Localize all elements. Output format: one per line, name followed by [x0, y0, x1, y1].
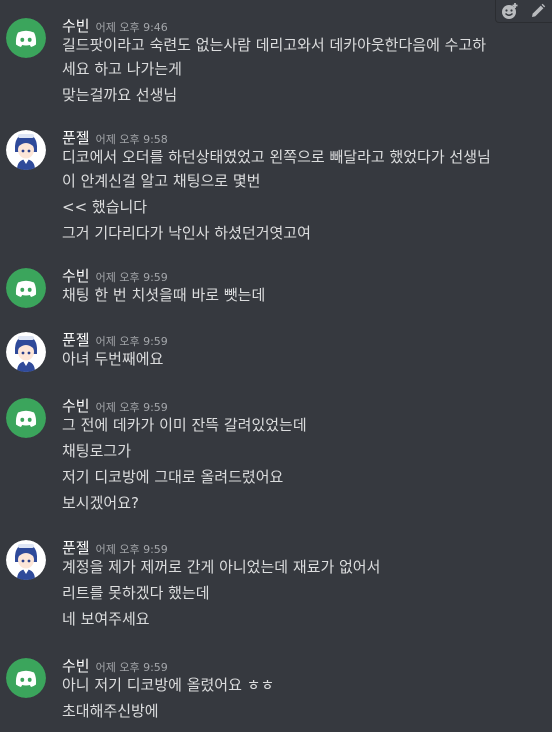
edit-icon[interactable]	[528, 1, 548, 21]
message-text: 디코에서 오더를 하던상태였었고 왼쪽으로 빼달라고 했었다가 선생님	[62, 148, 491, 166]
username[interactable]: 수빈	[62, 657, 90, 675]
message-text: 리트를 못하겠다 했는데	[62, 584, 210, 602]
message-text: 채팅로그가	[62, 442, 132, 460]
message-text: << 했습니다	[62, 198, 148, 216]
message-text: 그 전에 데카가 이미 잔뜩 갈려있었는데	[62, 416, 307, 434]
timestamp: 어제 오후 9:46	[95, 21, 168, 34]
avatar[interactable]	[6, 268, 46, 308]
avatar[interactable]	[6, 398, 46, 438]
message-text: 이 안계신걸 알고 채팅으로 몇번	[62, 172, 261, 190]
message-text: 길드팟이라고 숙련도 없는사람 데리고와서 데카아웃한다음에 수고하	[62, 36, 487, 54]
discord-logo-icon	[6, 18, 46, 58]
message-text: 아니 저기 디코방에 올렸어요 ㅎㅎ	[62, 676, 275, 694]
message-header: 수빈 어제 오후 9:46	[62, 15, 168, 35]
anime-character-avatar	[6, 130, 46, 170]
timestamp: 어제 오후 9:59	[95, 401, 168, 414]
discord-logo-icon	[6, 268, 46, 308]
message-header: 수빈 어제 오후 9:59	[62, 265, 168, 285]
message-header: 수빈 어제 오후 9:59	[62, 655, 168, 675]
message-text: 보시겠어요?	[62, 494, 139, 512]
avatar[interactable]	[6, 332, 46, 372]
message-text: 네 보여주세요	[62, 610, 150, 628]
username[interactable]: 푼젤	[62, 129, 90, 147]
message-header: 푼젤 어제 오후 9:59	[62, 329, 168, 349]
timestamp: 어제 오후 9:59	[95, 661, 168, 674]
avatar[interactable]	[6, 130, 46, 170]
anime-character-avatar	[6, 332, 46, 372]
timestamp: 어제 오후 9:59	[95, 543, 168, 556]
message-actions-toolbar	[495, 0, 552, 23]
discord-logo-icon	[6, 398, 46, 438]
avatar[interactable]	[6, 658, 46, 698]
timestamp: 어제 오후 9:59	[95, 271, 168, 284]
username[interactable]: 수빈	[62, 17, 90, 35]
anime-character-avatar	[6, 540, 46, 580]
avatar[interactable]	[6, 18, 46, 58]
chat-messages: 수빈 어제 오후 9:46 길드팟이라고 숙련도 없는사람 데리고와서 데카아웃한…	[0, 0, 552, 732]
username[interactable]: 수빈	[62, 267, 90, 285]
discord-logo-icon	[6, 658, 46, 698]
message-text: 채팅 한 번 치셧을때 바로 뺏는데	[62, 286, 266, 304]
add-reaction-icon[interactable]	[500, 1, 520, 21]
avatar[interactable]	[6, 540, 46, 580]
message-text: 맞는걸까요 선생님	[62, 86, 178, 104]
username[interactable]: 푼젤	[62, 331, 90, 349]
message-header: 수빈 어제 오후 9:59	[62, 395, 168, 415]
timestamp: 어제 오후 9:59	[95, 335, 168, 348]
username[interactable]: 수빈	[62, 397, 90, 415]
message-text: 세요 하고 나가는게	[62, 60, 182, 78]
timestamp: 어제 오후 9:58	[95, 133, 168, 146]
message-text: 초대해주신방에	[62, 702, 159, 720]
message-header: 푼젤 어제 오후 9:58	[62, 127, 168, 147]
message-text: 계정을 제가 제꺼로 간게 아니었는데 재료가 없어서	[62, 558, 381, 576]
message-text: 저기 디코방에 그대로 올려드렸어요	[62, 468, 284, 486]
message-text: 아녀 두번째에요	[62, 350, 164, 368]
message-header: 푼젤 어제 오후 9:59	[62, 537, 168, 557]
username[interactable]: 푼젤	[62, 539, 90, 557]
message-text: 그거 기다리다가 낙인사 하셨던거엿고여	[62, 224, 311, 242]
